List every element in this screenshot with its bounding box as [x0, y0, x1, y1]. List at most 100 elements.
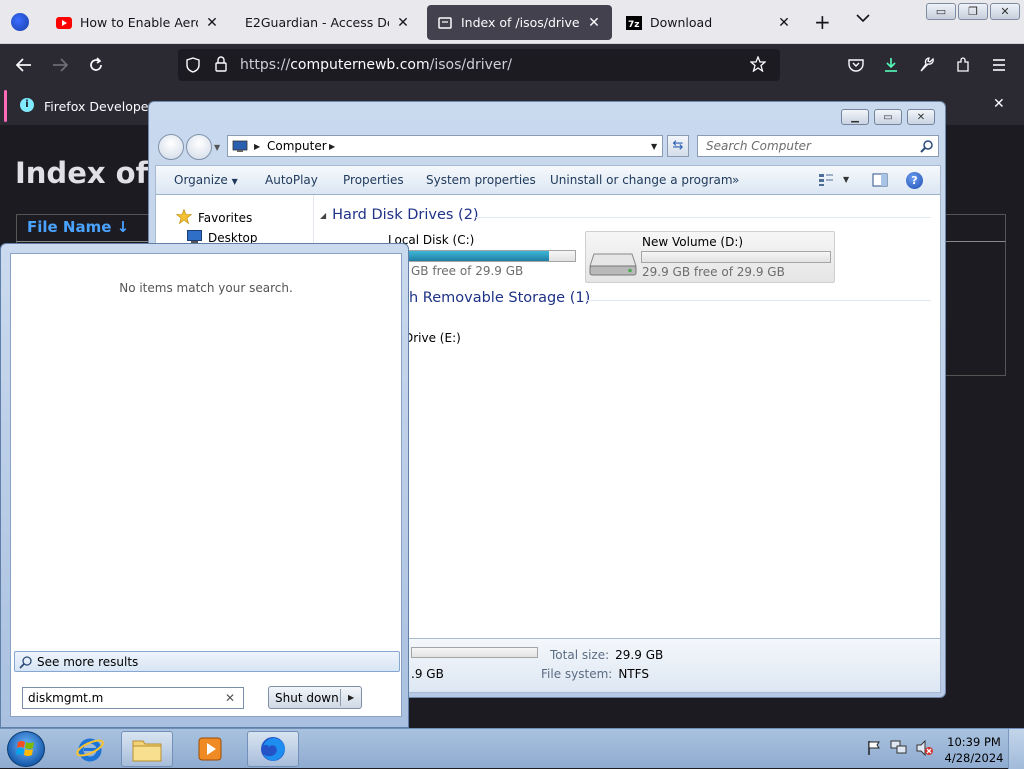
drive-free-space: 29.9 GB free of 29.9 GB — [642, 265, 785, 279]
wrench-icon[interactable] — [914, 53, 940, 77]
breadcrumb-arrow-icon[interactable]: ▶ — [254, 142, 260, 151]
drive-free-space: GB free of 29.9 GB — [411, 264, 524, 278]
section-divider — [586, 300, 931, 301]
uninstall-program-button[interactable]: Uninstall or change a program — [550, 173, 733, 187]
tab-close-icon[interactable]: ✕ — [395, 15, 411, 31]
notification-close-icon[interactable]: ✕ — [993, 96, 1005, 112]
back-arrow-icon[interactable] — [11, 53, 37, 77]
see-more-results-label: See more results — [37, 655, 139, 669]
tab-title: Download — [650, 15, 713, 30]
reload-icon[interactable] — [83, 53, 109, 77]
windows-logo-icon — [16, 741, 34, 756]
pocket-icon[interactable] — [843, 53, 869, 77]
address-dropdown-icon[interactable]: ▼ — [651, 142, 657, 151]
network-icon[interactable] — [890, 740, 908, 759]
restore-button[interactable]: ❐ — [958, 3, 988, 20]
shut-down-options-arrow-icon[interactable]: ▶ — [348, 693, 354, 702]
bookmark-star-icon[interactable] — [749, 55, 767, 75]
nav-label: Favorites — [198, 211, 253, 225]
organize-label: Organize — [174, 173, 228, 187]
tracking-shield-icon[interactable] — [186, 57, 200, 76]
show-desktop-button[interactable] — [1008, 729, 1024, 769]
explorer-maximize-button[interactable]: ▭ — [874, 109, 902, 125]
firefox-taskbar-button[interactable] — [247, 731, 299, 767]
drive-new-volume-d[interactable]: New Volume (D:) 29.9 GB free of 29.9 GB — [585, 231, 835, 283]
system-clock[interactable]: 10:39 PM 4/28/2024 — [944, 734, 1004, 766]
notification-tray — [862, 737, 942, 761]
help-icon[interactable]: ? — [906, 172, 923, 189]
url-text[interactable]: https://computernewb.com/isos/driver/ — [240, 57, 512, 73]
tab-e2guardian[interactable]: E2Guardian - Access Denied ✕ — [235, 5, 421, 40]
view-options-dropdown-icon[interactable]: ▼ — [843, 175, 849, 184]
explorer-forward-button[interactable] — [186, 134, 212, 160]
clear-search-icon[interactable]: ✕ — [225, 691, 235, 705]
hamburger-menu-icon[interactable] — [986, 53, 1012, 77]
volume-muted-icon[interactable] — [916, 739, 934, 759]
properties-button[interactable]: Properties — [343, 173, 404, 187]
drive-local-disk-c[interactable]: Local Disk (C:) GB free of 29.9 GB — [386, 231, 586, 283]
tab-title: E2Guardian - Access Denied — [245, 15, 389, 30]
start-button[interactable] — [7, 731, 45, 767]
minimize-button[interactable]: ▭ — [926, 3, 956, 20]
see-more-results-button[interactable]: See more results — [14, 651, 400, 672]
preview-pane-icon[interactable] — [872, 173, 888, 190]
removable-storage-header[interactable]: h Removable Storage (1) — [409, 290, 590, 306]
url-bar[interactable]: https://computernewb.com/isos/driver/ — [178, 49, 780, 81]
downloads-icon[interactable] — [878, 53, 904, 77]
section-title: Hard Disk Drives (2) — [332, 207, 479, 223]
collapse-triangle-icon[interactable]: ◢ — [320, 211, 326, 220]
tab-close-icon[interactable]: ✕ — [204, 15, 220, 31]
explorer-back-button[interactable] — [158, 134, 184, 160]
file-name-column-header[interactable]: File Name ↓ — [27, 218, 129, 236]
command-bar: Organize ▼ AutoPlay Properties System pr… — [155, 165, 941, 195]
shut-down-label: Shut down — [275, 691, 339, 705]
system-properties-button[interactable]: System properties — [426, 173, 536, 187]
tab-close-icon[interactable]: ✕ — [586, 15, 602, 31]
tab-index-isos-driver[interactable]: Index of /isos/driver/ ✕ — [427, 5, 612, 40]
lock-icon[interactable] — [214, 56, 228, 75]
address-bar[interactable]: ▶ Computer ▶ ▼ — [227, 135, 663, 157]
explorer-close-button[interactable]: ✕ — [907, 109, 935, 125]
tab-close-icon[interactable]: ✕ — [776, 15, 792, 31]
tab-title: Index of /isos/driver/ — [461, 15, 580, 30]
free-space-partial: .9 GB — [411, 667, 444, 681]
new-tab-plus-icon[interactable]: + — [814, 10, 831, 34]
media-player-taskbar-button[interactable] — [184, 731, 236, 767]
forward-arrow-icon[interactable] — [47, 53, 73, 77]
breadcrumb-computer[interactable]: Computer — [267, 139, 327, 153]
autoplay-button[interactable]: AutoPlay — [265, 173, 318, 187]
organize-dropdown-icon: ▼ — [231, 177, 238, 186]
action-center-flag-icon[interactable] — [866, 740, 882, 759]
hard-drive-icon — [588, 244, 638, 281]
drive-usage-fill — [387, 251, 549, 261]
list-all-tabs-chevron-icon[interactable] — [856, 12, 870, 26]
tab-download[interactable]: 7z Download ✕ — [616, 5, 802, 40]
explorer-taskbar-button[interactable] — [121, 731, 173, 767]
explorer-minimize-button[interactable]: ▁ — [841, 109, 869, 125]
search-box[interactable]: Search Computer — [697, 135, 939, 157]
tab-aero-glass[interactable]: How to Enable Aero Glass ✕ — [46, 5, 230, 40]
nav-item-favorites[interactable]: Favorites — [175, 208, 253, 227]
computer-icon — [232, 140, 248, 156]
refresh-button[interactable]: ⇆ — [667, 135, 689, 157]
media-player-icon — [198, 737, 222, 761]
start-search-input[interactable] — [22, 687, 244, 709]
shut-down-button[interactable]: Shut down ▶ — [268, 686, 362, 709]
organize-button[interactable]: Organize ▼ — [174, 173, 238, 187]
recent-pages-chevron-icon[interactable]: ▼ — [214, 143, 220, 152]
search-icon — [19, 655, 33, 672]
hard-disk-drives-header[interactable]: ◢ Hard Disk Drives (2) — [320, 207, 479, 223]
drive-usage-bar — [386, 250, 576, 262]
change-view-icon[interactable] — [818, 173, 834, 190]
info-icon: i — [20, 98, 34, 112]
extensions-icon[interactable] — [950, 53, 976, 77]
breadcrumb-arrow-icon[interactable]: ▶ — [329, 142, 335, 151]
browser-nav-bar: https://computernewb.com/isos/driver/ — [0, 44, 1024, 86]
total-size-label: Total size: — [550, 648, 610, 662]
drive-e[interactable]: Drive (E:) — [404, 331, 461, 345]
internet-explorer-taskbar-button[interactable] — [64, 731, 116, 767]
close-window-button[interactable]: ✕ — [990, 3, 1020, 20]
drive-name: New Volume (D:) — [642, 235, 744, 249]
more-commands-button[interactable]: » — [732, 173, 739, 187]
search-icon[interactable] — [920, 139, 934, 156]
